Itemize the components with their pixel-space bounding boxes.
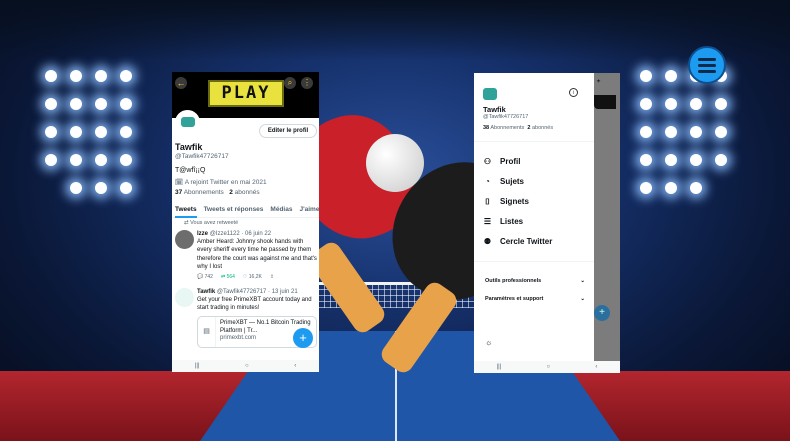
chevron-down-icon: ⌄ xyxy=(580,278,585,284)
drawer-item-label: Listes xyxy=(500,217,524,226)
back-arrow-icon[interactable]: ← xyxy=(175,77,187,89)
tab-media[interactable]: Médias xyxy=(267,204,296,217)
hamburger-menu-button[interactable] xyxy=(688,46,726,84)
link-image-icon: ▤ xyxy=(198,316,217,347)
stadium-lights-left xyxy=(45,70,185,230)
following-count[interactable]: 38 xyxy=(483,125,489,131)
tweet-item[interactable]: ⇄ Vous avez retweeté Izze @Izze1122 · 06… xyxy=(172,220,319,280)
menu-bar xyxy=(698,69,716,73)
search-icon[interactable]: ⌕ xyxy=(284,77,296,89)
joined-text: A rejoint Twitter en mai 2021 xyxy=(184,179,267,186)
compose-tweet-button[interactable]: + xyxy=(293,328,313,348)
joined-date: 🗓 A rejoint Twitter en mai 2021 xyxy=(175,179,267,186)
topics-icon: ◔ xyxy=(485,177,490,186)
tweet-author: Izze xyxy=(197,231,209,237)
drawer-item-label: Signets xyxy=(500,197,529,206)
drawer-item-label: Sujets xyxy=(500,177,525,186)
drawer-item-sujets[interactable]: ◔ Sujets xyxy=(483,177,524,186)
recent-apps-icon[interactable]: ||| xyxy=(195,363,200,369)
drawer-item-label: Cercle Twitter xyxy=(500,237,553,246)
drawer-item-signets[interactable]: ⌷ Signets xyxy=(483,197,529,206)
tweet-actions: 💬 742 ⇄ 564 ♡ 16,2K ⇪ xyxy=(197,273,317,281)
brightness-icon[interactable]: ☼ xyxy=(485,338,492,347)
edit-profile-button[interactable]: Editer le profil xyxy=(259,124,317,138)
reply-count: 742 xyxy=(204,274,213,281)
followers-label[interactable]: abonnés xyxy=(532,125,553,131)
dimmed-background[interactable]: ✦ + xyxy=(594,73,620,361)
profile-name: Tawfik xyxy=(175,142,203,152)
drawer-item-cercle[interactable]: ⚉ Cercle Twitter xyxy=(483,237,552,246)
bookmark-icon: ⌷ xyxy=(485,197,490,206)
more-icon[interactable]: ⋮ xyxy=(301,77,313,89)
menu-bar xyxy=(698,57,716,61)
recent-apps-icon[interactable]: ||| xyxy=(497,364,502,370)
side-drawer: i Tawfik @Tawfik47726717 38 Abonnements … xyxy=(474,73,594,361)
android-nav-bar: ||| ○ ‹ xyxy=(474,361,620,373)
follow-stats: 37 Abonnements 2 abonnés xyxy=(175,189,260,196)
retweet-note-text: Vous avez retweeté xyxy=(190,220,239,226)
tweet-avatar[interactable] xyxy=(175,288,194,307)
reply-icon[interactable]: 💬 742 xyxy=(197,273,213,281)
stage-background xyxy=(0,0,790,441)
followers-count[interactable]: 2 xyxy=(527,125,530,131)
tweet-author: Tawfik xyxy=(197,289,216,295)
accordion-parametres[interactable]: Paramètres et support ⌄ xyxy=(485,296,585,302)
drawer-name: Tawfik xyxy=(483,105,506,114)
tweet-handle-date: @Tawfik47726717 · 13 juin 21 xyxy=(216,289,298,295)
share-icon[interactable]: ⇪ xyxy=(270,273,274,281)
info-icon[interactable]: i xyxy=(569,88,578,97)
retweet-icon[interactable]: ⇄ 564 xyxy=(221,273,235,281)
banner-play-text: PLAY xyxy=(208,80,284,107)
divider xyxy=(474,261,594,262)
tab-tweets-replies[interactable]: Tweets et réponses xyxy=(201,204,268,217)
chevron-down-icon: ⌄ xyxy=(580,296,585,302)
following-count[interactable]: 37 xyxy=(175,189,182,196)
tweet-avatar[interactable] xyxy=(175,230,194,249)
accordion-label: Paramètres et support xyxy=(485,296,544,302)
drawer-item-profil[interactable]: ⚇ Profil xyxy=(483,157,521,166)
retweet-count: 564 xyxy=(226,274,235,281)
profile-tabs: Tweets Tweets et réponses Médias J'aime xyxy=(172,204,319,218)
divider xyxy=(474,141,594,142)
android-nav-bar: ||| ○ ‹ xyxy=(172,360,319,372)
drawer-handle: @Tawfik47726717 xyxy=(483,114,529,120)
drawer-item-label: Profil xyxy=(500,157,521,166)
home-icon[interactable]: ○ xyxy=(547,364,551,370)
avatar[interactable] xyxy=(175,110,200,135)
like-count: 16,2K xyxy=(248,274,262,281)
stadium-lights-right xyxy=(610,70,750,230)
profile-screen: ← PLAY ⌕ ⋮ Editer le profil Tawfik @Tawf… xyxy=(172,72,319,372)
list-icon: ☰ xyxy=(483,217,492,226)
followers-label[interactable]: abonnés xyxy=(235,189,260,196)
followers-count[interactable]: 2 xyxy=(229,189,233,196)
back-icon[interactable]: ‹ xyxy=(595,364,597,370)
tab-likes[interactable]: J'aime xyxy=(296,204,319,217)
retweet-note: ⇄ Vous avez retweeté xyxy=(184,220,239,226)
sparkle-icon: ✦ xyxy=(596,79,602,85)
like-icon[interactable]: ♡ 16,2K xyxy=(243,273,262,281)
profile-handle: @Tawfik47726717 xyxy=(175,153,229,160)
accordion-outils[interactable]: Outils professionnels ⌄ xyxy=(485,278,585,284)
drawer-item-listes[interactable]: ☰ Listes xyxy=(483,217,523,226)
tab-tweets[interactable]: Tweets xyxy=(172,204,201,218)
accordion-label: Outils professionnels xyxy=(485,278,542,284)
background-compose-icon: + xyxy=(594,305,610,321)
person-icon: ⚇ xyxy=(483,157,492,166)
drawer-screen: ✦ + i Tawfik @Tawfik47726717 38 Abonneme… xyxy=(474,73,620,373)
tweet-body: Izze @Izze1122 · 06 juin 22 Amber Heard:… xyxy=(197,230,317,281)
profile-bio: T@wfî¡¡Q xyxy=(175,167,206,174)
tweet-text: Amber Heard: Johnny shook hands with eve… xyxy=(197,239,317,270)
tweet-handle-date: @Izze1122 · 06 juin 22 xyxy=(209,231,272,237)
menu-bar xyxy=(698,63,716,67)
circle-icon: ⚉ xyxy=(483,237,492,246)
back-icon[interactable]: ‹ xyxy=(294,363,296,369)
home-icon[interactable]: ○ xyxy=(245,363,249,369)
avatar[interactable] xyxy=(483,88,497,100)
background-bar xyxy=(594,95,616,109)
drawer-follow-stats: 38 Abonnements 2 abonnés xyxy=(483,125,553,131)
following-label[interactable]: Abonnements xyxy=(184,189,224,196)
tweet-text: Get your free PrimeXBT account today and… xyxy=(197,297,312,312)
ping-pong-ball-icon xyxy=(366,134,424,192)
following-label[interactable]: Abonnements xyxy=(490,125,524,131)
